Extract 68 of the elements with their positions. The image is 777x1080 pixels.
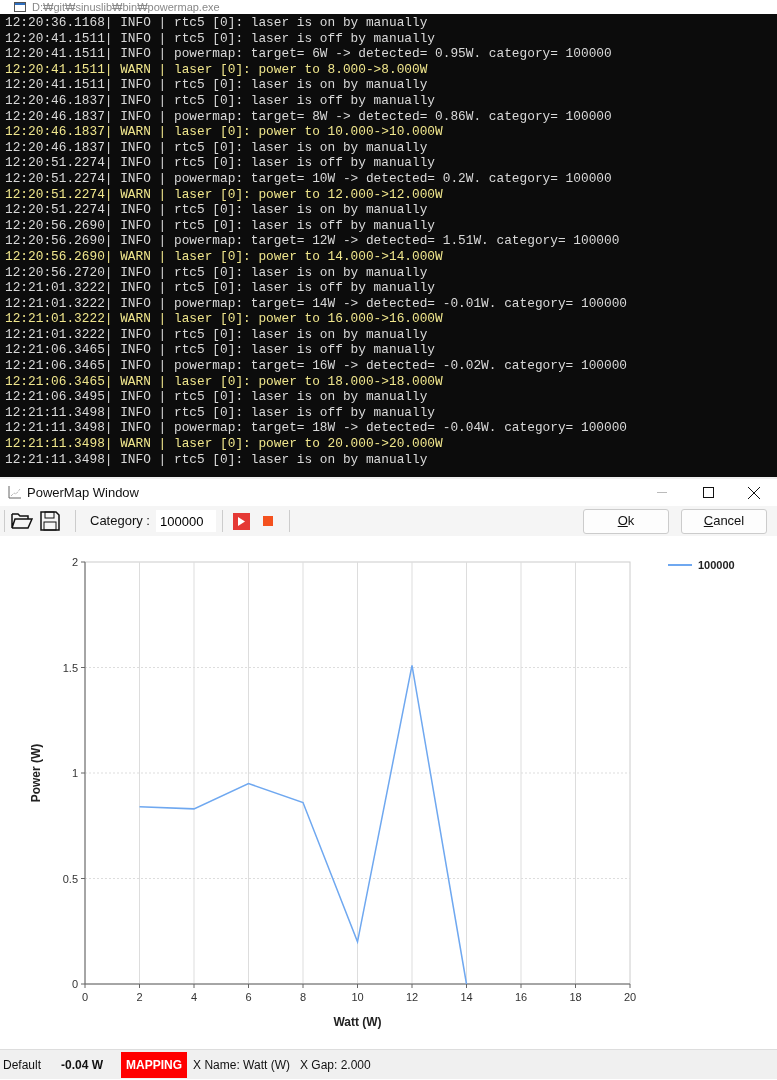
log-line: 12:21:06.3465| INFO | powermap: target= 16W -> detected= -0.02W. category= 100000	[5, 358, 629, 374]
category-label: Category :	[90, 512, 150, 531]
log-line: 12:20:46.1837| INFO | powermap: target= 8W -> detected= 0.86W. category= 100000	[5, 108, 613, 125]
log-line: 12:21:06.3465| INFO | rtc5 [0]: laser is off by manually	[5, 342, 437, 359]
log-line: 12:20:56.2690| INFO | powermap: target= 12W -> detected= 1.51W. category= 100000	[5, 233, 621, 249]
status-state-badge: MAPPING	[121, 1051, 188, 1078]
x-tick-label: 12	[405, 991, 419, 1003]
x-tick-label: 0	[81, 991, 89, 1003]
x-tick-label: 18	[569, 991, 582, 1003]
y-tick-label: 0.5	[62, 872, 78, 885]
play-icon	[238, 516, 245, 526]
log-line: 12:21:11.3498| INFO | rtc5 [0]: laser is on by manually	[5, 451, 429, 468]
close-icon	[748, 486, 760, 499]
log-line: 12:20:46.1837| INFO | rtc5 [0]: laser is off by manually	[5, 92, 437, 109]
log-line: 12:21:01.3222| INFO | rtc5 [0]: laser is on by manually	[5, 326, 429, 343]
log-line: 12:20:51.2274| WARN | laser [0]: power to 12.000->12.000W	[5, 186, 444, 203]
dialog-button[interactable]: Cancel	[681, 508, 767, 534]
log-line: 12:20:41.1511| WARN | laser [0]: power to 8.000->8.000W	[5, 61, 429, 78]
status-x-name: X Name: Watt (W)	[193, 1056, 290, 1074]
y-axis-title: Power (W)	[29, 743, 43, 803]
log-line: 12:20:41.1511| INFO | powermap: target= 6W -> detected= 0.95W. category= 100000	[5, 46, 613, 62]
category-field[interactable]: 100000	[156, 510, 216, 532]
x-tick-label: 8	[299, 991, 307, 1003]
status-mode: Default	[3, 1056, 42, 1074]
chart-icon	[8, 486, 21, 499]
minimize-icon	[657, 491, 667, 494]
x-axis-title: Watt (W)	[333, 1015, 382, 1029]
log-line: 12:21:06.3495| INFO | rtc5 [0]: laser is on by manually	[5, 389, 429, 405]
x-tick-label: 4	[190, 991, 198, 1003]
log-line: 12:21:01.3222| INFO | powermap: target= 14W -> detected= -0.01W. category= 100000	[5, 295, 629, 312]
save-disk-icon[interactable]	[39, 510, 61, 532]
log-line: 12:20:46.1837| INFO | rtc5 [0]: laser is on by manually	[5, 139, 429, 156]
log-line: 12:20:51.2274| INFO | rtc5 [0]: laser is on by manually	[5, 202, 429, 218]
y-tick-label: 1.5	[62, 661, 78, 674]
log-line: 12:21:11.3498| INFO | powermap: target= 18W -> detected= -0.04W. category= 100000	[5, 420, 629, 437]
log-line: 12:20:56.2690| WARN | laser [0]: power to 14.000->14.000W	[5, 248, 444, 265]
log-line: 12:20:51.2274| INFO | rtc5 [0]: laser is off by manually	[5, 155, 437, 171]
window-title: PowerMap Window	[27, 483, 139, 502]
y-tick-label: 0	[71, 978, 78, 990]
x-tick-label: 14	[460, 991, 473, 1003]
x-tick-label: 6	[245, 991, 252, 1003]
x-tick-label: 10	[351, 991, 364, 1003]
status-x-gap: X Gap: 2.000	[299, 1056, 371, 1074]
dialog-button[interactable]: Ok	[583, 508, 669, 534]
x-tick-label: 20	[623, 991, 637, 1003]
play-button[interactable]	[233, 512, 250, 530]
log-line: 12:21:11.3498| INFO | rtc5 [0]: laser is off by manually	[5, 404, 437, 421]
console-title: D:₩git₩sinuslib₩bin₩powermap.exe	[32, 0, 220, 14]
log-line: 12:20:56.2690| INFO | rtc5 [0]: laser is off by manually	[5, 217, 437, 234]
log-line: 12:20:41.1511| INFO | rtc5 [0]: laser is off by manually	[5, 30, 437, 47]
x-tick-label: 16	[514, 991, 528, 1003]
log-line: 12:20:56.2720| INFO | rtc5 [0]: laser is on by manually	[5, 264, 429, 281]
log-line: 12:21:01.3222| INFO | rtc5 [0]: laser is off by manually	[5, 280, 437, 296]
log-line: 12:21:11.3498| WARN | laser [0]: power to 20.000->20.000W	[5, 436, 444, 452]
log-line: 12:21:01.3222| WARN | laser [0]: power to 16.000->16.000W	[5, 311, 444, 327]
x-tick-label: 2	[136, 991, 143, 1003]
y-tick-label: 1	[71, 767, 78, 779]
open-folder-icon[interactable]	[11, 510, 33, 532]
log-line: 12:20:46.1837| WARN | laser [0]: power to 10.000->10.000W	[5, 124, 444, 140]
log-line: 12:20:41.1511| INFO | rtc5 [0]: laser is on by manually	[5, 77, 429, 93]
log-line: 12:21:06.3465| WARN | laser [0]: power to 18.000->18.000W	[5, 373, 444, 390]
y-tick-label: 2	[71, 556, 78, 568]
status-value: -0.04 W	[61, 1056, 104, 1074]
maximize-icon	[702, 487, 714, 498]
log-line: 12:20:51.2274| INFO | powermap: target= 10W -> detected= 0.2W. category= 100000	[5, 170, 613, 187]
legend-label: 100000	[698, 559, 735, 571]
stop-icon	[263, 516, 274, 526]
log-line: 12:20:36.1168| INFO | rtc5 [0]: laser is on by manually	[5, 15, 429, 31]
